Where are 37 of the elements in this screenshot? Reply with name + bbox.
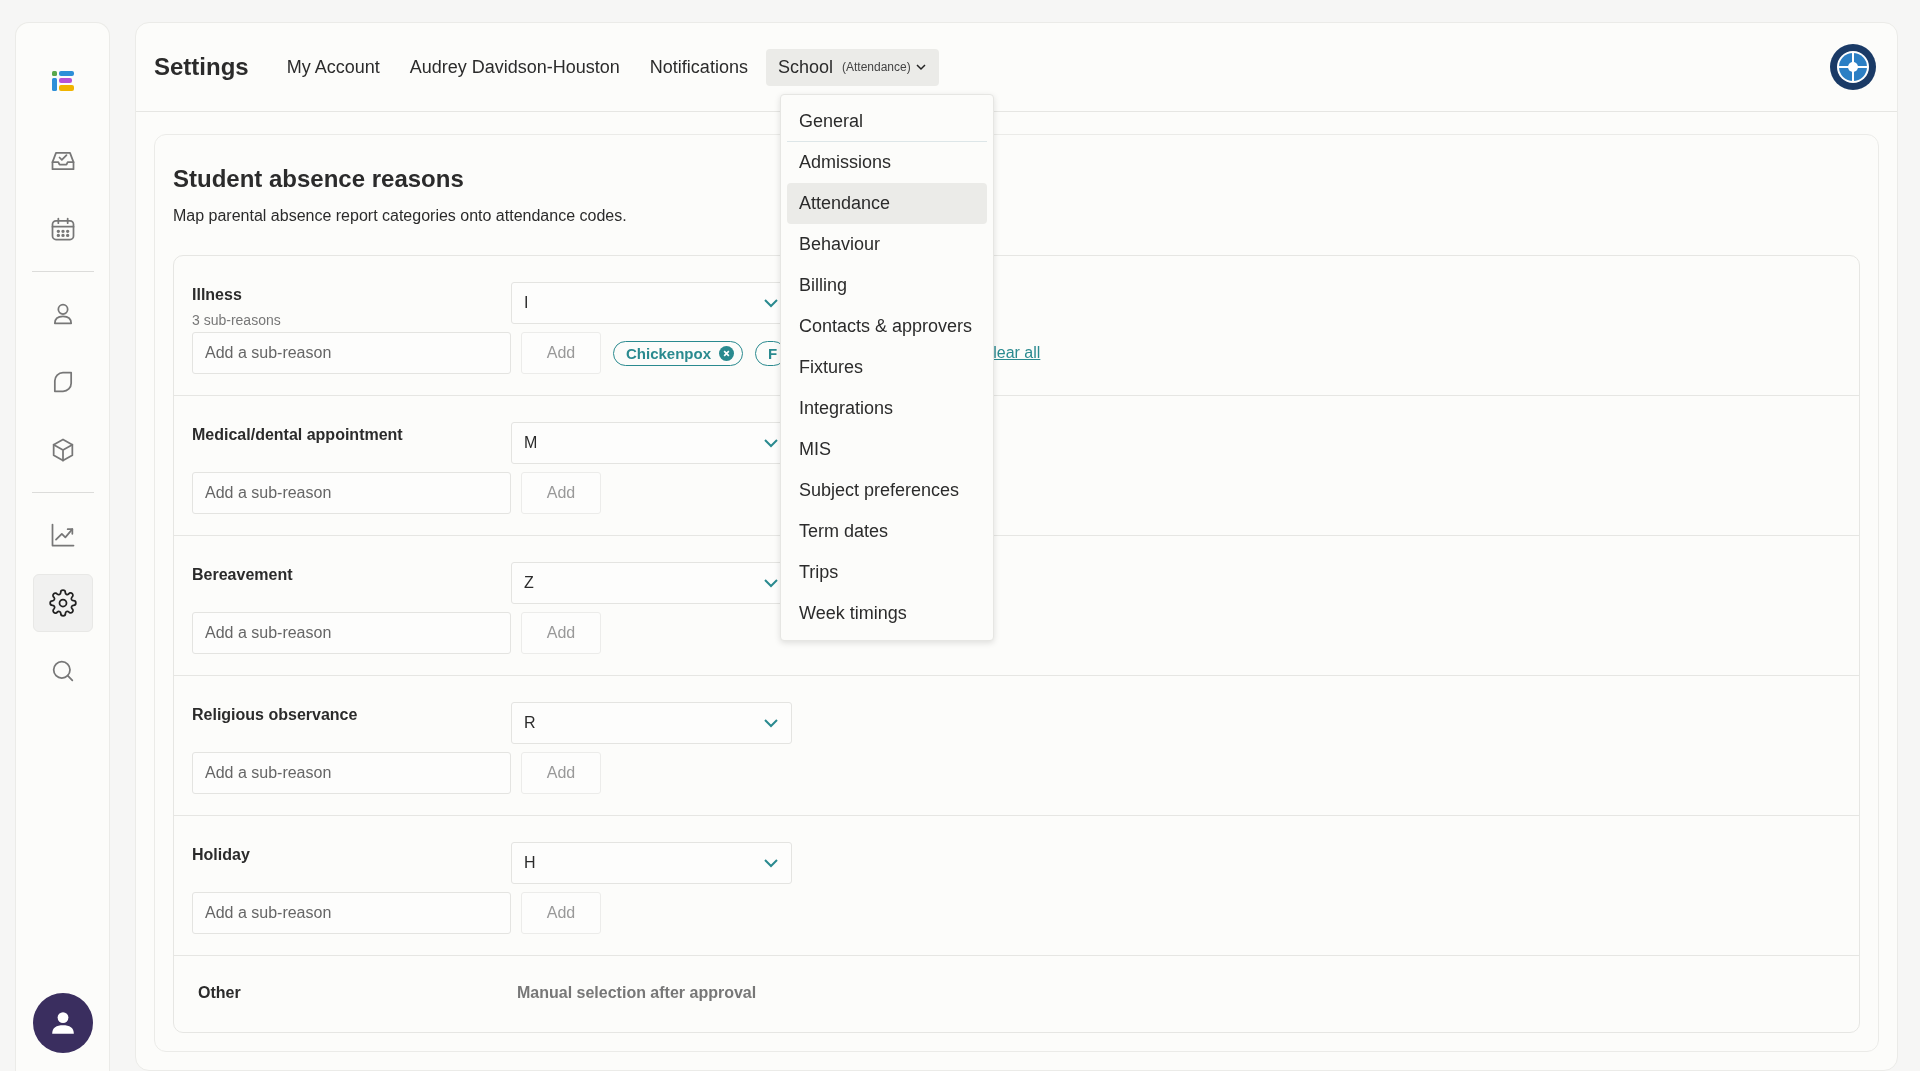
sub-reason-field[interactable]: Add a sub-reason: [192, 472, 511, 514]
school-badge-icon: [1829, 43, 1877, 91]
menu-item[interactable]: General: [787, 101, 987, 142]
code-select[interactable]: R: [511, 702, 792, 744]
clear-all-link[interactable]: lear all: [993, 344, 1041, 362]
sidebar-item[interactable]: [32, 574, 93, 632]
reason-name: Holiday: [192, 846, 251, 864]
person-icon: [49, 1010, 76, 1036]
logo-icon: [51, 71, 74, 91]
reason-name: Bereavement: [192, 566, 294, 584]
chevron-down-icon: [914, 61, 927, 73]
reason-note: Manual selection after approval: [517, 984, 757, 1002]
menu-item[interactable]: Admissions: [787, 142, 987, 183]
menu-item[interactable]: Term dates: [787, 511, 987, 552]
sub-reason-field[interactable]: Add a sub-reason: [192, 612, 511, 654]
settings-icon: [48, 589, 77, 617]
code-select[interactable]: H: [511, 842, 792, 884]
reason-name: Illness: [192, 286, 243, 304]
sub-reason-field[interactable]: Add a sub-reason: [192, 332, 511, 374]
sub-reason-field[interactable]: Add a sub-reason: [192, 892, 511, 934]
menu-item[interactable]: Behaviour: [787, 224, 987, 265]
menu-item[interactable]: Fixtures: [787, 347, 987, 388]
nav-tab[interactable]: School (Attendance): [765, 48, 939, 86]
nav-tab[interactable]: Notifications: [637, 48, 760, 86]
nav-tab[interactable]: My Account: [274, 48, 392, 86]
menu-item[interactable]: Attendance: [787, 183, 987, 224]
reason-name: Medical/dental appointment: [192, 426, 404, 444]
menu-item[interactable]: Subject preferences: [787, 470, 987, 511]
remove-icon[interactable]: [719, 345, 735, 361]
section-title: Student absence reasons: [173, 165, 464, 193]
reason-name: Religious observance: [192, 706, 359, 724]
reason-name: Other: [198, 984, 242, 1002]
nav-tab[interactable]: Audrey Davidson-Houston: [397, 48, 632, 86]
sub-reason-field[interactable]: Add a sub-reason: [192, 752, 511, 794]
section-description: Map parental absence report categories onto attendance codes.: [173, 207, 627, 225]
sub-reason-count: 3 sub-reasons: [192, 312, 282, 328]
page-title: Settings: [154, 53, 249, 81]
